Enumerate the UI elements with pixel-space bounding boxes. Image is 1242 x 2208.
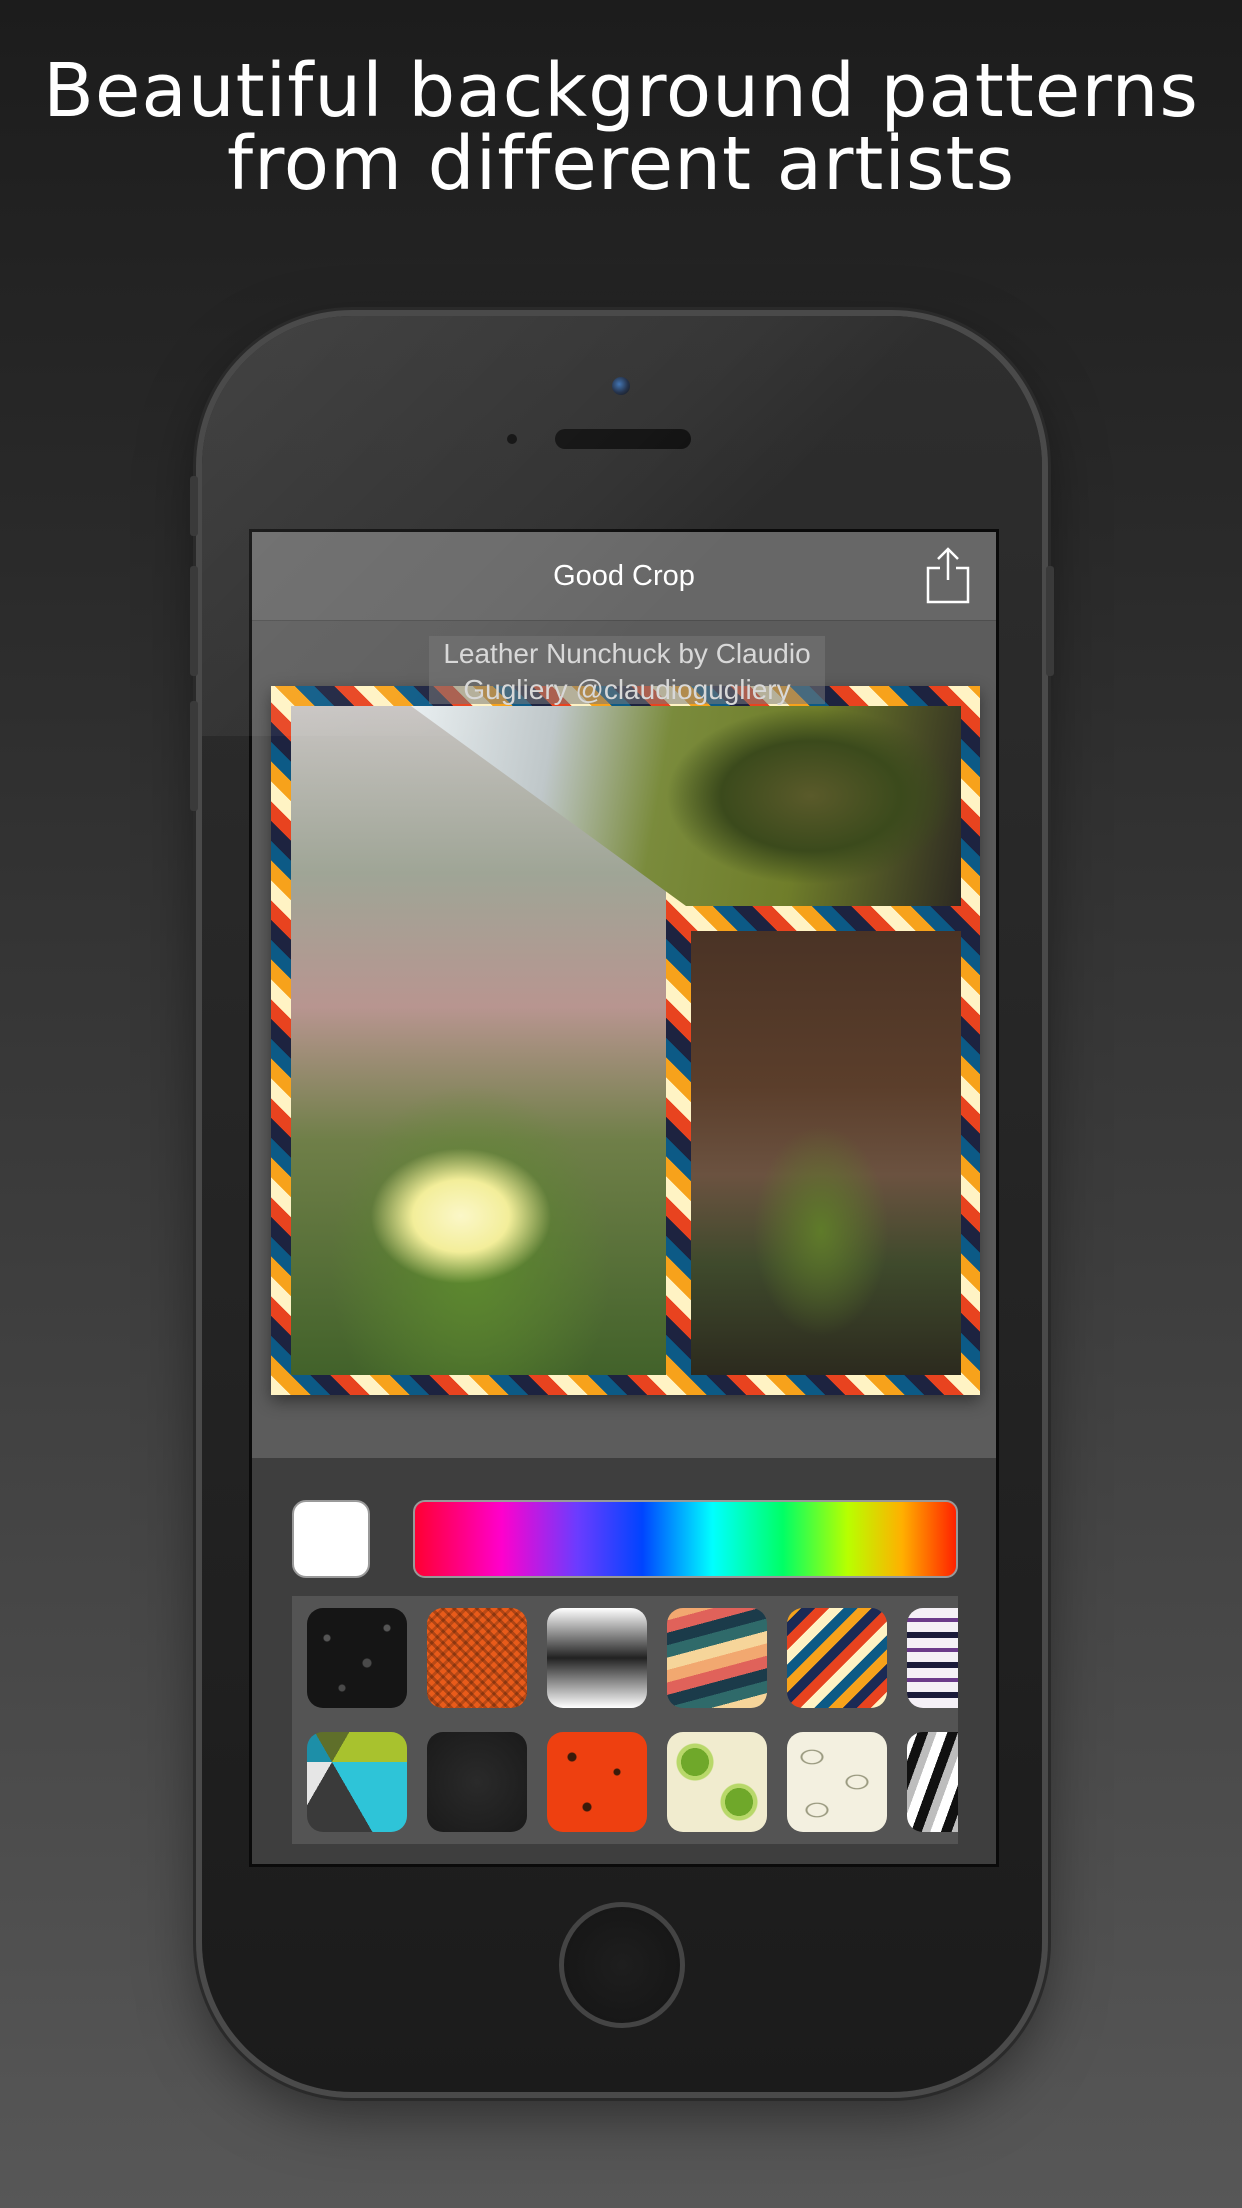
phone-frame: Good Crop Leather Nunchuck by Claudio Gu… bbox=[190, 316, 1054, 2092]
share-button[interactable] bbox=[920, 546, 976, 604]
collage-frame[interactable] bbox=[271, 686, 980, 1395]
pattern-tile-orange-woven[interactable] bbox=[427, 1608, 527, 1708]
pattern-tile-cream-ovals[interactable] bbox=[787, 1732, 887, 1832]
pattern-tile-black-floral[interactable] bbox=[307, 1608, 407, 1708]
headline-line-1: Beautiful background patterns bbox=[43, 48, 1199, 134]
pattern-tile-kiwi-slices[interactable] bbox=[667, 1732, 767, 1832]
collage-photo-cliff[interactable] bbox=[691, 931, 961, 1375]
pattern-tile-aztec-knit[interactable] bbox=[907, 1608, 958, 1708]
pattern-tile-triangles-mosaic[interactable] bbox=[307, 1732, 407, 1832]
headline: Beautiful background patterns from diffe… bbox=[0, 48, 1242, 207]
pattern-tile-halftone-dots[interactable] bbox=[547, 1608, 647, 1708]
volume-down-button bbox=[190, 701, 198, 811]
collage-canvas: Leather Nunchuck by Claudio Gugliery @cl… bbox=[252, 621, 996, 1458]
background-panel bbox=[252, 1458, 996, 1864]
selected-color-swatch[interactable] bbox=[292, 1500, 370, 1578]
earpiece-speaker bbox=[555, 429, 691, 449]
app-screen: Good Crop Leather Nunchuck by Claudio Gu… bbox=[249, 529, 999, 1867]
app-title: Good Crop bbox=[553, 560, 695, 592]
navigation-bar: Good Crop bbox=[252, 532, 996, 621]
pattern-tile-dark-leather[interactable] bbox=[427, 1732, 527, 1832]
headline-line-2: from different artists bbox=[226, 121, 1016, 207]
power-button bbox=[1046, 566, 1054, 676]
color-spectrum-slider[interactable] bbox=[413, 1500, 958, 1578]
pattern-tile-zigzag-bw[interactable] bbox=[907, 1732, 958, 1832]
pattern-tile-orange-doodles[interactable] bbox=[547, 1732, 647, 1832]
pattern-picker[interactable] bbox=[292, 1596, 958, 1844]
proximity-sensor bbox=[507, 434, 517, 444]
home-button[interactable] bbox=[559, 1902, 685, 2028]
share-icon bbox=[926, 547, 970, 604]
front-camera bbox=[612, 377, 630, 395]
pattern-credit: Leather Nunchuck by Claudio Gugliery @cl… bbox=[429, 636, 825, 705]
mute-switch bbox=[190, 476, 198, 536]
volume-up-button bbox=[190, 566, 198, 676]
pattern-tile-tribal-chevron[interactable] bbox=[787, 1608, 887, 1708]
pattern-tile-retro-chevron[interactable] bbox=[667, 1608, 767, 1708]
